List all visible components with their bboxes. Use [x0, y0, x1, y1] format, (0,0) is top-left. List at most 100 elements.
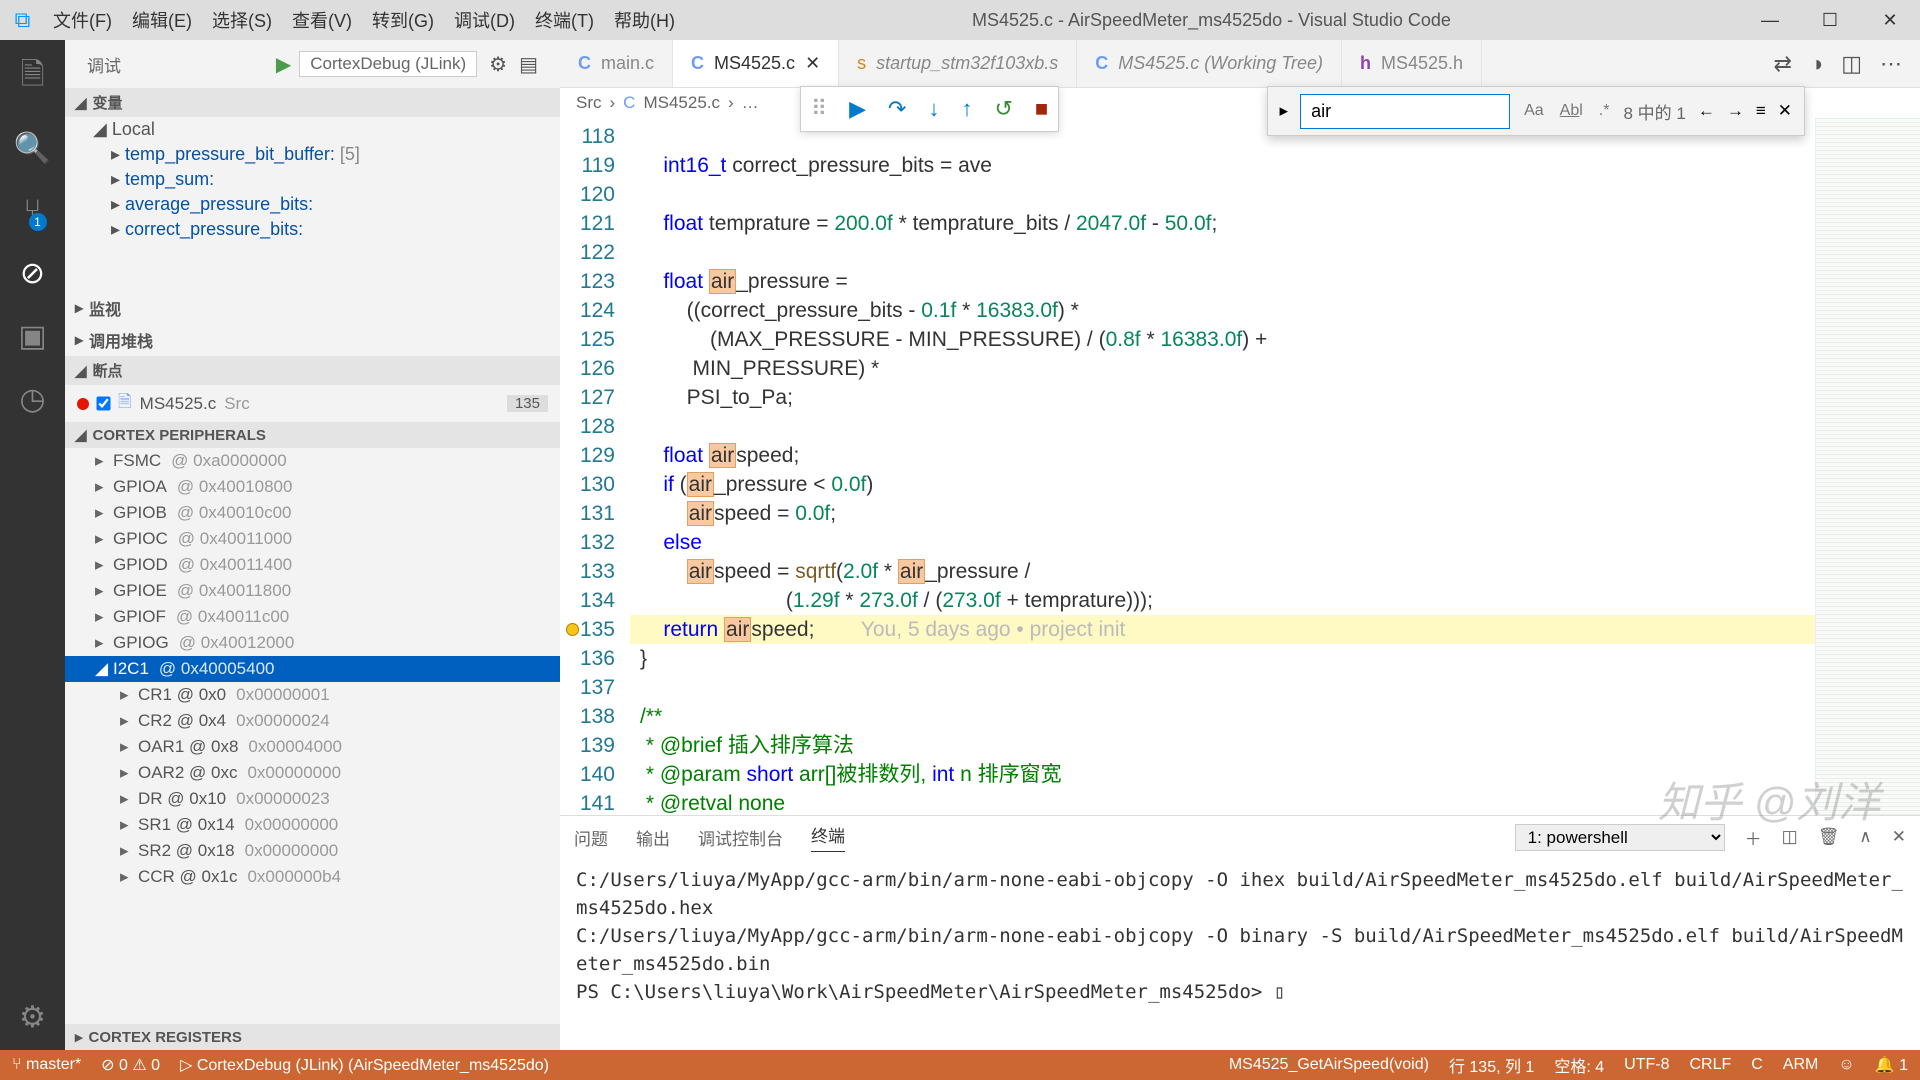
- register-row[interactable]: ▸ DR @ 0x10 0x00000023: [65, 786, 560, 812]
- panel-tab[interactable]: 输出: [636, 825, 670, 850]
- code-line[interactable]: }: [630, 644, 1815, 673]
- code-line[interactable]: (MAX_PRESSURE - MIN_PRESSURE) / (0.8f * …: [630, 325, 1815, 354]
- register-row[interactable]: ▸ CR1 @ 0x0 0x00000001: [65, 682, 560, 708]
- peripheral-row[interactable]: ▸ FSMC @ 0xa0000000: [65, 448, 560, 474]
- code-line[interactable]: if (air_pressure < 0.0f): [630, 470, 1815, 499]
- status-lang[interactable]: C: [1751, 1056, 1763, 1074]
- close-find-icon[interactable]: ✕: [1778, 101, 1792, 121]
- step-into-icon[interactable]: ↓: [928, 96, 939, 122]
- code-line[interactable]: ((correct_pressure_bits - 0.1f * 16383.0…: [630, 296, 1815, 325]
- peripheral-row[interactable]: ◢ I2C1 @ 0x40005400: [65, 656, 560, 682]
- diff-icon[interactable]: ⇄: [1773, 51, 1791, 77]
- breakpoint-item[interactable]: 🗎 MS4525.c Src 135: [65, 385, 560, 422]
- split-icon[interactable]: ◫: [1841, 51, 1862, 77]
- code-line[interactable]: (1.29f * 273.0f / (273.0f + temprature))…: [630, 586, 1815, 615]
- status-errors[interactable]: ⊘ 0 ⚠ 0: [101, 1055, 160, 1075]
- breakpoint-checkbox[interactable]: [96, 396, 110, 410]
- restart-icon[interactable]: ↺: [994, 96, 1012, 122]
- feedback-icon[interactable]: ☺: [1838, 1056, 1854, 1074]
- code-line[interactable]: PSI_to_Pa;: [630, 383, 1815, 412]
- menu-item[interactable]: 转到(G): [364, 3, 442, 37]
- status-eol[interactable]: CRLF: [1689, 1056, 1731, 1074]
- terminal-select[interactable]: 1: powershell: [1515, 824, 1725, 851]
- register-row[interactable]: ▸ SR2 @ 0x18 0x00000000: [65, 838, 560, 864]
- editor-tab[interactable]: sstartup_stm32f103xb.s: [839, 40, 1077, 87]
- code-line[interactable]: float airspeed;: [630, 441, 1815, 470]
- code-line[interactable]: MIN_PRESSURE) *: [630, 354, 1815, 383]
- regex-icon[interactable]: .*: [1597, 100, 1612, 122]
- editor-tab[interactable]: Cmain.c: [560, 40, 673, 87]
- register-row[interactable]: ▸ CCR @ 0x1c 0x000000b4: [65, 864, 560, 890]
- toggle-icon[interactable]: ◑: [1810, 51, 1823, 77]
- debug-start-icon[interactable]: ▶: [276, 52, 291, 77]
- close-tab-icon[interactable]: ✕: [805, 53, 820, 74]
- new-terminal-icon[interactable]: ＋: [1745, 825, 1762, 850]
- editor-tab[interactable]: hMS4525.h: [1342, 40, 1482, 87]
- code-line[interactable]: else: [630, 528, 1815, 557]
- code-line[interactable]: return airspeed; You, 5 days ago • proje…: [630, 615, 1815, 644]
- extensions-icon[interactable]: ▣: [18, 319, 46, 354]
- chevron-right-icon[interactable]: ▸: [1280, 101, 1289, 121]
- run-icon[interactable]: ◷: [19, 382, 45, 417]
- git-branch[interactable]: ⑂ master*: [12, 1056, 81, 1074]
- drag-handle-icon[interactable]: ⠿: [811, 96, 827, 122]
- debug-icon[interactable]: ⊘: [20, 256, 45, 291]
- cortex-periph-header[interactable]: ◢ CORTEX PERIPHERALS: [65, 422, 560, 448]
- code-line[interactable]: airspeed = 0.0f;: [630, 499, 1815, 528]
- code-editor[interactable]: 1181191201211221231241251261271281291301…: [560, 118, 1920, 815]
- status-arm[interactable]: ARM: [1783, 1056, 1819, 1074]
- peripheral-row[interactable]: ▸ GPIOD @ 0x40011400: [65, 552, 560, 578]
- code-line[interactable]: /**: [630, 702, 1815, 731]
- close-button[interactable]: ✕: [1860, 0, 1920, 40]
- variable-row[interactable]: ▸ average_pressure_bits:: [65, 192, 560, 217]
- code-line[interactable]: [630, 238, 1815, 267]
- menu-item[interactable]: 选择(S): [204, 3, 280, 37]
- peripheral-row[interactable]: ▸ GPIOC @ 0x40011000: [65, 526, 560, 552]
- code-line[interactable]: * @param short arr[]被排数列, int n 排序窗宽: [630, 760, 1815, 789]
- peripheral-row[interactable]: ▸ GPIOE @ 0x40011800: [65, 578, 560, 604]
- panel-tab[interactable]: 问题: [574, 825, 608, 850]
- stop-icon[interactable]: ■: [1035, 96, 1048, 122]
- prev-match-icon[interactable]: ←: [1698, 101, 1715, 121]
- variable-row[interactable]: ▸ temp_pressure_bit_buffer: [5]: [65, 142, 560, 167]
- peripheral-row[interactable]: ▸ GPIOG @ 0x40012000: [65, 630, 560, 656]
- search-icon[interactable]: 🔍: [14, 131, 51, 166]
- register-row[interactable]: ▸ OAR2 @ 0xc 0x00000000: [65, 760, 560, 786]
- variables-header[interactable]: ◢ 变量: [65, 88, 560, 117]
- code-line[interactable]: float temprature = 200.0f * temprature_b…: [630, 209, 1815, 238]
- panel-tab[interactable]: 调试控制台: [698, 825, 783, 850]
- peripheral-row[interactable]: ▸ GPIOB @ 0x40010c00: [65, 500, 560, 526]
- menu-item[interactable]: 编辑(E): [124, 3, 200, 37]
- watch-header[interactable]: ▸ 监视: [65, 292, 560, 324]
- minimize-button[interactable]: —: [1740, 0, 1800, 40]
- debug-toolbar[interactable]: ⠿ ▶ ↷ ↓ ↑ ↺ ■: [800, 86, 1059, 132]
- more-icon[interactable]: ⋯: [1880, 51, 1902, 77]
- bell-icon[interactable]: 🔔 1: [1875, 1055, 1908, 1075]
- cortex-reg-header[interactable]: ▸ CORTEX REGISTERS: [65, 1024, 560, 1050]
- code-line[interactable]: airspeed = sqrtf(2.0f * air_pressure /: [630, 557, 1815, 586]
- code-line[interactable]: [630, 673, 1815, 702]
- minimap[interactable]: [1815, 118, 1920, 815]
- breakpoints-header[interactable]: ◢ 断点: [65, 356, 560, 385]
- maximize-button[interactable]: ☐: [1800, 0, 1860, 40]
- menu-item[interactable]: 调试(D): [446, 3, 523, 37]
- match-case-icon[interactable]: Aa: [1522, 100, 1546, 122]
- find-widget[interactable]: ▸ Aa Abl .* 8 中的 1 ← → ≡ ✕: [1267, 86, 1805, 136]
- panel-close-icon[interactable]: ✕: [1892, 827, 1906, 847]
- variable-row[interactable]: ▸ correct_pressure_bits:: [65, 217, 560, 242]
- variable-row[interactable]: ▸ temp_sum:: [65, 167, 560, 192]
- register-row[interactable]: ▸ OAR1 @ 0x8 0x00004000: [65, 734, 560, 760]
- editor-tab[interactable]: CMS4525.c✕: [673, 40, 839, 87]
- status-spaces[interactable]: 空格: 4: [1554, 1053, 1604, 1077]
- status-launch[interactable]: ▷ CortexDebug (JLink) (AirSpeedMeter_ms4…: [180, 1055, 549, 1075]
- continue-icon[interactable]: ▶: [849, 96, 866, 122]
- code-line[interactable]: float air_pressure =: [630, 267, 1815, 296]
- code-line[interactable]: * @brief 插入排序算法: [630, 731, 1815, 760]
- find-in-selection-icon[interactable]: ≡: [1756, 101, 1766, 121]
- step-over-icon[interactable]: ↷: [888, 96, 906, 122]
- callstack-header[interactable]: ▸ 调用堆栈: [65, 324, 560, 356]
- menu-item[interactable]: 查看(V): [284, 3, 360, 37]
- menu-item[interactable]: 文件(F): [45, 3, 120, 37]
- panel-tab[interactable]: 终端: [811, 822, 845, 852]
- status-function[interactable]: MS4525_GetAirSpeed(void): [1229, 1056, 1429, 1074]
